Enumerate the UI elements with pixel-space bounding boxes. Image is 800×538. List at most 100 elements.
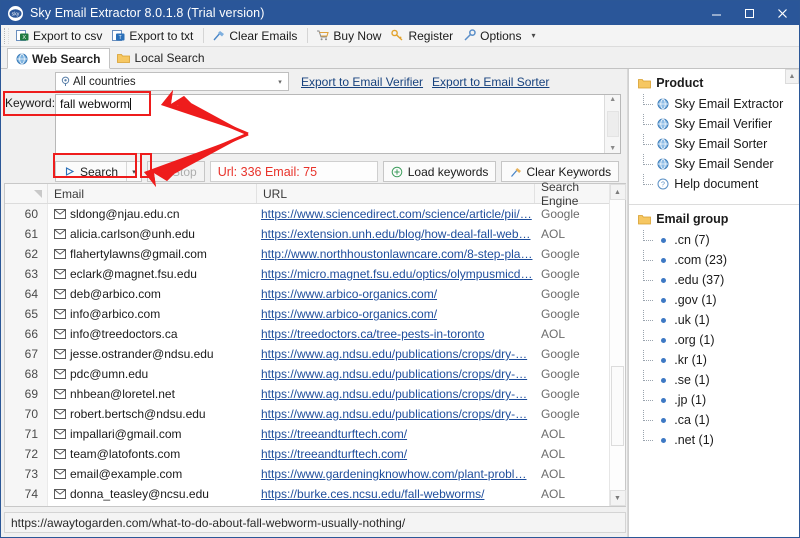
export-to-email-verifier-link[interactable]: Export to Email Verifier [301, 75, 423, 89]
row-url[interactable]: https://www.ag.ndsu.edu/publications/cro… [257, 344, 535, 364]
export-to-csv-button[interactable]: X Export to csv [12, 26, 108, 46]
scrollbar-thumb[interactable] [606, 111, 619, 137]
table-row[interactable]: 72 team@latofonts.com https://treeandturft… [5, 444, 625, 464]
table-row[interactable]: 61 alicia.carlson@unh.edu https://extensio… [5, 224, 625, 244]
product-item-1[interactable]: Sky Email Extractor [643, 94, 799, 114]
row-email[interactable]: team@latofonts.com [48, 444, 257, 464]
column-header-search-engine[interactable]: Search Engine [535, 180, 612, 208]
row-email[interactable]: deb@arbico.com [48, 284, 257, 304]
email-group-item-7[interactable]: .kr (1) [643, 350, 799, 370]
row-url[interactable]: https://micro.magnet.fsu.edu/optics/olym… [257, 264, 535, 284]
row-url[interactable]: https://www.ag.ndsu.edu/publications/cro… [257, 384, 535, 404]
table-row[interactable]: 62 flahertylawns@gmail.com http://www.nort… [5, 244, 625, 264]
email-group-item-8[interactable]: .se (1) [643, 370, 799, 390]
row-url[interactable]: https://www.gardeningknowhow.com/plant-p… [257, 464, 535, 484]
table-row[interactable]: 65 info@arbico.com https://www.arbico-orga… [5, 304, 625, 324]
row-url[interactable]: https://www.ag.ndsu.edu/publications/cro… [257, 404, 535, 424]
table-row[interactable]: 66 info@treedoctors.ca https://treedoctors… [5, 324, 625, 344]
table-row[interactable]: 60 sldong@njau.edu.cn https://www.scienced… [5, 204, 625, 224]
table-row[interactable]: 64 deb@arbico.com https://www.arbico-organ… [5, 284, 625, 304]
row-email[interactable]: email@example.com [48, 464, 257, 484]
row-url[interactable]: https://burke.ces.ncsu.edu/fall-webworms… [257, 484, 535, 504]
tab-web-search[interactable]: Web Search [7, 48, 111, 69]
row-url[interactable]: https://treeandturftech.com/ [257, 444, 535, 464]
row-email[interactable]: donna_teasley@ncsu.edu [48, 484, 257, 504]
search-dropdown-caret-icon[interactable]: ▾ [126, 162, 141, 181]
minimize-button[interactable] [700, 1, 733, 25]
column-header-select[interactable] [5, 184, 48, 203]
toolbar-overflow-caret-icon[interactable]: ▾ [527, 26, 539, 46]
scroll-up-icon[interactable]: ▲ [609, 96, 616, 103]
column-header-email[interactable]: Email [48, 184, 257, 203]
table-row[interactable]: 70 robert.bertsch@ndsu.edu https://www.ag.… [5, 404, 625, 424]
maximize-button[interactable] [733, 1, 766, 25]
product-item-4[interactable]: Sky Email Sender [643, 154, 799, 174]
row-url[interactable]: https://www.arbico-organics.com/ [257, 284, 535, 304]
export-to-txt-button[interactable]: T Export to txt [108, 26, 199, 46]
column-header-url[interactable]: URL [257, 184, 535, 203]
email-group-item-1[interactable]: .cn (7) [643, 230, 799, 250]
toolbar-grip[interactable] [4, 27, 9, 44]
load-keywords-button[interactable]: Load keywords [382, 161, 497, 182]
row-email[interactable]: pdc@umn.edu [48, 364, 257, 384]
row-email[interactable]: impallari@gmail.com [48, 424, 257, 444]
grid-scrollbar-thumb[interactable] [610, 366, 624, 446]
keyword-input[interactable]: fall webworm ▲ ▼ [55, 94, 622, 154]
row-url[interactable]: https://treeandturftech.com/ [257, 424, 535, 444]
row-url[interactable]: http://www.northhoustonlawncare.com/8-st… [257, 244, 535, 264]
email-group-item-10[interactable]: .ca (1) [643, 410, 799, 430]
tab-local-search[interactable]: Local Search [110, 47, 213, 68]
table-row[interactable]: 71 impallari@gmail.com https://treeandturf… [5, 424, 625, 444]
product-item-2[interactable]: Sky Email Verifier [643, 114, 799, 134]
row-url[interactable]: https://www.sciencedirect.com/science/ar… [257, 204, 535, 224]
row-url[interactable]: https://extension.unh.edu/blog/how-deal-… [257, 224, 535, 244]
row-email[interactable]: flahertylawns@gmail.com [48, 244, 257, 264]
row-email[interactable]: robert.bertsch@ndsu.edu [48, 404, 257, 424]
row-email[interactable]: alicia.carlson@unh.edu [48, 224, 257, 244]
email-group-item-6[interactable]: .org (1) [643, 330, 799, 350]
row-email[interactable]: sldong@njau.edu.cn [48, 204, 257, 224]
results-grid-scrollbar[interactable]: ▲ ▼ [609, 184, 626, 506]
row-url[interactable]: https://www.ag.ndsu.edu/publications/cro… [257, 364, 535, 384]
row-email[interactable]: jesse.ostrander@ndsu.edu [48, 344, 257, 364]
row-url[interactable]: https://awaytogarden.com/what-to-do-abou… [257, 504, 535, 506]
row-email[interactable]: eclark@magnet.fsu.edu [48, 264, 257, 284]
register-button[interactable]: Register [387, 26, 459, 46]
email-group-item-label: .jp (1) [674, 393, 707, 407]
keyword-scrollbar[interactable]: ▲ ▼ [604, 95, 621, 153]
product-item-5[interactable]: ? Help document [643, 174, 799, 194]
row-url[interactable]: https://treedoctors.ca/tree-pests-in-tor… [257, 324, 535, 344]
row-email[interactable]: your@email.com [48, 504, 257, 506]
grid-scroll-up-button[interactable]: ▲ [609, 184, 626, 200]
table-row[interactable]: 74 donna_teasley@ncsu.edu https://burke.ce… [5, 484, 625, 504]
email-group-item-3[interactable]: .edu (37) [643, 270, 799, 290]
options-button[interactable]: Options [459, 26, 527, 46]
buy-now-button[interactable]: Buy Now [312, 26, 387, 46]
table-row[interactable]: 73 email@example.com https://www.gardening… [5, 464, 625, 484]
chevron-down-icon[interactable]: ▾ [272, 73, 288, 90]
row-email[interactable]: info@treedoctors.ca [48, 324, 257, 344]
row-email[interactable]: info@arbico.com [48, 304, 257, 324]
email-group-item-9[interactable]: .jp (1) [643, 390, 799, 410]
table-row[interactable]: 69 nhbean@loretel.net https://www.ag.ndsu.… [5, 384, 625, 404]
table-row[interactable]: 67 jesse.ostrander@ndsu.edu https://www.ag… [5, 344, 625, 364]
row-url[interactable]: https://www.arbico-organics.com/ [257, 304, 535, 324]
row-email[interactable]: nhbean@loretel.net [48, 384, 257, 404]
scroll-down-icon[interactable]: ▼ [609, 145, 616, 152]
grid-scrollbar-track[interactable] [610, 200, 626, 490]
search-button[interactable]: Search ▾ [55, 161, 143, 182]
table-row[interactable]: 75your@email.comhttps://awaytogarden.com… [5, 504, 625, 506]
email-group-item-5[interactable]: .uk (1) [643, 310, 799, 330]
close-button[interactable] [766, 1, 799, 25]
country-select[interactable]: All countries ▾ [55, 72, 289, 91]
email-group-item-2[interactable]: .com (23) [643, 250, 799, 270]
product-item-3[interactable]: Sky Email Sorter [643, 134, 799, 154]
bullet-dot-icon [656, 233, 670, 247]
clear-emails-button[interactable]: Clear Emails [208, 26, 303, 46]
email-group-item-11[interactable]: .net (1) [643, 430, 799, 450]
email-group-item-4[interactable]: .gov (1) [643, 290, 799, 310]
table-row[interactable]: 63 eclark@magnet.fsu.edu https://micro.mag… [5, 264, 625, 284]
export-to-email-sorter-link[interactable]: Export to Email Sorter [432, 75, 549, 89]
table-row[interactable]: 68 pdc@umn.edu https://www.ag.ndsu.edu/pub… [5, 364, 625, 384]
grid-scroll-down-button[interactable]: ▼ [609, 490, 626, 506]
